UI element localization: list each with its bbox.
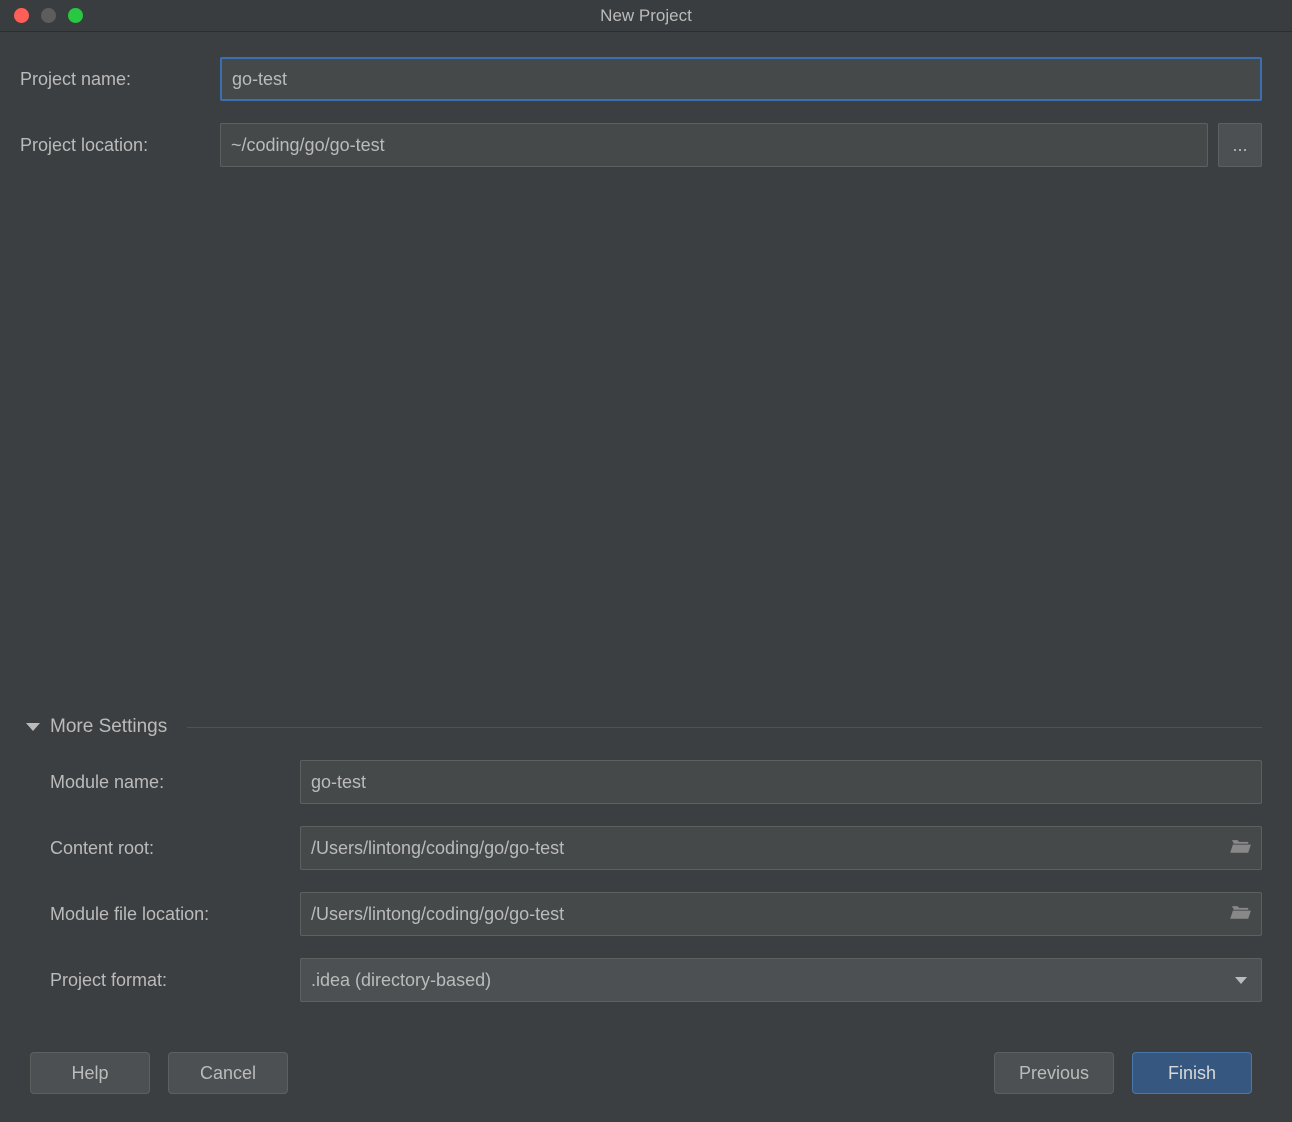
minimize-window-button[interactable] [41, 8, 56, 23]
cancel-button-label: Cancel [200, 1063, 256, 1084]
maximize-window-button[interactable] [68, 8, 83, 23]
cancel-button[interactable]: Cancel [168, 1052, 288, 1094]
row-content-root: Content root: [20, 826, 1262, 870]
project-name-input[interactable] [220, 57, 1262, 101]
ellipsis-icon: ... [1232, 135, 1247, 156]
window-title: New Project [0, 6, 1292, 26]
content-root-wrapper [300, 826, 1262, 870]
project-location-input[interactable] [220, 123, 1208, 167]
form-top: Project name: Project location: ... [20, 57, 1262, 189]
row-module-file-location: Module file location: [20, 892, 1262, 936]
previous-button[interactable]: Previous [994, 1052, 1114, 1094]
spacer [20, 189, 1262, 716]
chevron-down-icon [1235, 977, 1247, 984]
dialog-content: Project name: Project location: ... More… [0, 32, 1292, 1122]
chevron-down-icon [26, 723, 40, 731]
finish-button-label: Finish [1168, 1063, 1216, 1084]
traffic-lights [0, 8, 83, 23]
label-content-root: Content root: [50, 838, 290, 859]
more-settings-header[interactable]: More Settings [20, 716, 1262, 738]
label-module-file-location: Module file location: [50, 904, 290, 925]
project-format-value: .idea (directory-based) [311, 970, 491, 991]
help-button-label: Help [71, 1063, 108, 1084]
row-project-location: Project location: ... [20, 123, 1262, 167]
more-settings-body: Module name: Content root: Module file l… [20, 760, 1262, 1024]
label-module-name: Module name: [50, 772, 290, 793]
content-root-input[interactable] [300, 826, 1262, 870]
label-project-name: Project name: [20, 69, 210, 90]
project-format-select[interactable]: .idea (directory-based) [300, 958, 1262, 1002]
help-button[interactable]: Help [30, 1052, 150, 1094]
row-module-name: Module name: [20, 760, 1262, 804]
module-file-location-wrapper [300, 892, 1262, 936]
divider [187, 727, 1262, 728]
label-project-location: Project location: [20, 135, 210, 156]
row-project-name: Project name: [20, 57, 1262, 101]
more-settings-title: More Settings [50, 716, 167, 738]
titlebar: New Project [0, 0, 1292, 32]
finish-button[interactable]: Finish [1132, 1052, 1252, 1094]
label-project-format: Project format: [50, 970, 290, 991]
close-window-button[interactable] [14, 8, 29, 23]
previous-button-label: Previous [1019, 1063, 1089, 1084]
button-bar: Help Cancel Previous Finish [20, 1024, 1262, 1122]
module-name-input[interactable] [300, 760, 1262, 804]
module-file-location-input[interactable] [300, 892, 1262, 936]
row-project-format: Project format: .idea (directory-based) [20, 958, 1262, 1002]
browse-location-button[interactable]: ... [1218, 123, 1262, 167]
